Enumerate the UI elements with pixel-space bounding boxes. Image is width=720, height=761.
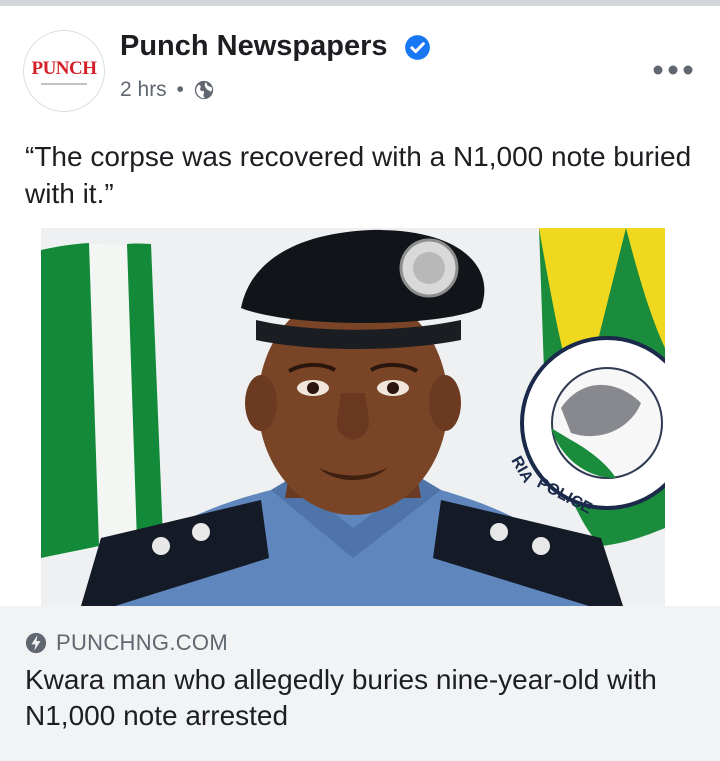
more-options-icon[interactable] — [652, 62, 694, 78]
post-photo[interactable]: RIA POLICE — [41, 228, 665, 606]
bolt-icon — [25, 632, 47, 654]
link-domain: PUNCHNG.COM — [56, 630, 228, 655]
meta-separator: • — [176, 78, 184, 101]
globe-icon[interactable] — [193, 79, 215, 101]
page-avatar[interactable]: PUNCH — [23, 30, 105, 112]
logo-tagline — [41, 83, 87, 85]
post-time[interactable]: 2 hrs — [120, 78, 167, 101]
post-caption: “The corpse was recovered with a N1,000 … — [25, 141, 692, 209]
police-officer-photo: RIA POLICE — [41, 228, 665, 606]
verified-badge-icon — [405, 35, 430, 60]
punch-logo: PUNCH — [31, 58, 97, 79]
link-headline[interactable]: Kwara man who allegedly buries nine-year… — [25, 662, 695, 734]
post-meta: 2 hrs • — [120, 78, 188, 102]
page-name[interactable]: Punch Newspapers — [120, 30, 388, 63]
